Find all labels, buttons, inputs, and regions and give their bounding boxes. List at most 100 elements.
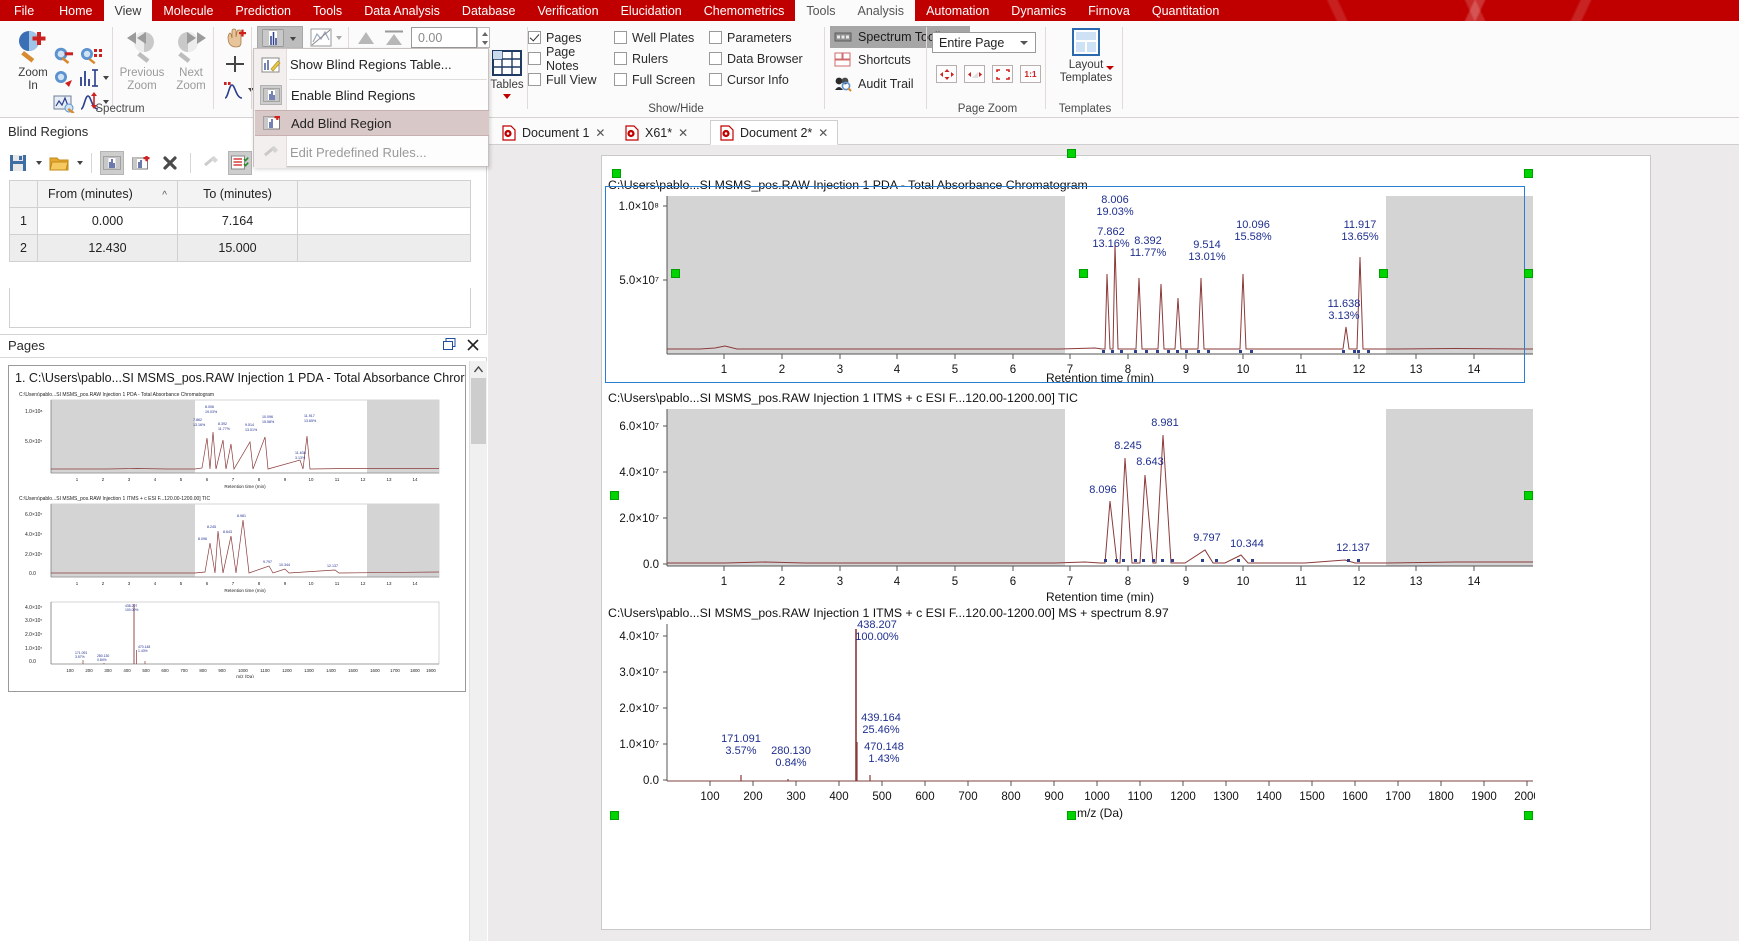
chevron-down-icon[interactable] xyxy=(1020,41,1028,45)
row-from-value[interactable]: 0.000 xyxy=(37,207,178,235)
zoom-out-button[interactable] xyxy=(52,47,78,65)
parameters-checkbox-box[interactable] xyxy=(709,31,722,44)
peak-picking-button[interactable] xyxy=(78,67,109,89)
scroll-up-button[interactable] xyxy=(470,361,487,378)
table-row[interactable]: 1 0.000 7.164 xyxy=(9,207,471,235)
header-to-minutes[interactable]: To (minutes) xyxy=(177,180,298,208)
tab-file[interactable]: File xyxy=(0,0,48,21)
tab-database[interactable]: Database xyxy=(451,0,527,21)
tab-molecule[interactable]: Molecule xyxy=(152,0,224,21)
smoothing-button[interactable] xyxy=(309,26,342,50)
doctab-close-icon[interactable]: ✕ xyxy=(595,126,605,140)
add-blind-region-button[interactable] xyxy=(129,151,153,175)
scrollbar-track[interactable] xyxy=(470,378,487,941)
checkbox-rulers[interactable]: Rulers xyxy=(614,48,706,69)
selection-handle-top-right[interactable] xyxy=(1524,169,1533,178)
page-thumbnail-card[interactable]: 1. C:\Users\pablo...SI MSMS_pos.RAW Inje… xyxy=(8,365,466,692)
tab-prediction[interactable]: Prediction xyxy=(224,0,302,21)
page-notes-checkbox-box[interactable] xyxy=(528,52,541,65)
tab-dynamics[interactable]: Dynamics xyxy=(1000,0,1077,21)
header-from-minutes[interactable]: From (minutes) ^ xyxy=(37,180,178,208)
layout-templates-button[interactable]: Layout Templates xyxy=(1055,27,1117,85)
tab-tools[interactable]: Tools xyxy=(302,0,353,21)
doctab-document-1[interactable]: Document 1 ✕ xyxy=(493,120,614,145)
threshold-input[interactable]: 0.00 xyxy=(411,27,477,48)
checkbox-cursor-info[interactable]: Cursor Info xyxy=(709,69,819,90)
full-screen-checkbox-box[interactable] xyxy=(614,73,627,86)
tab-chemometrics[interactable]: Chemometrics xyxy=(693,0,796,21)
selection-handle-bottom-left[interactable] xyxy=(610,811,619,820)
selection-handle-right-plot2[interactable] xyxy=(1524,491,1533,500)
integration-tool-button[interactable] xyxy=(221,79,254,101)
doctab-close-icon[interactable]: ✕ xyxy=(818,126,828,140)
selection-handle-top-left[interactable] xyxy=(612,169,621,178)
plot-ms-spectrum[interactable]: C:\Users\pablo...SI MSMS_pos.RAW Injecti… xyxy=(605,606,1535,826)
checkbox-parameters[interactable]: Parameters xyxy=(709,27,819,48)
pages-scrollbar[interactable] xyxy=(469,361,487,941)
menu-item-edit-predefined-rules[interactable]: Edit Predefined Rules... xyxy=(255,138,489,167)
tab-elucidation[interactable]: Elucidation xyxy=(610,0,693,21)
row-to-value[interactable]: 7.164 xyxy=(177,207,298,235)
checkbox-well-plates[interactable]: Well Plates xyxy=(614,27,706,48)
blind-regions-dropdown-arrow[interactable] xyxy=(290,36,296,41)
tab-view[interactable]: View xyxy=(103,0,153,21)
selection-handle-mid-center-inner[interactable] xyxy=(1079,269,1088,278)
close-icon[interactable] xyxy=(467,338,479,351)
rulers-checkbox-box[interactable] xyxy=(614,52,627,65)
selection-handle-mid-right[interactable] xyxy=(1524,269,1533,278)
tab-data-analysis[interactable]: Data Analysis xyxy=(353,0,451,21)
zoom-region-button[interactable] xyxy=(80,47,106,65)
open-dropdown-arrow[interactable] xyxy=(77,161,83,165)
pages-thumbnail-list[interactable]: 1. C:\Users\pablo...SI MSMS_pos.RAW Inje… xyxy=(0,361,487,941)
zoom-fit-page-button[interactable] xyxy=(936,65,957,83)
doctab-close-icon[interactable]: ✕ xyxy=(678,126,688,140)
zoom-select-button[interactable] xyxy=(52,71,78,89)
selection-handle-top-center[interactable] xyxy=(1067,149,1076,158)
pan-tool-button[interactable] xyxy=(223,27,247,49)
cursor-info-checkbox-box[interactable] xyxy=(709,73,722,86)
pages-checkbox-box[interactable] xyxy=(528,31,541,44)
save-dropdown-arrow[interactable] xyxy=(36,161,42,165)
crosshair-tool-button[interactable] xyxy=(223,53,247,75)
row-to-value[interactable]: 15.000 xyxy=(177,234,298,262)
tab-home[interactable]: Home xyxy=(48,0,103,21)
well-plates-checkbox-box[interactable] xyxy=(614,31,627,44)
doctab-document-2[interactable]: Document 2* ✕ xyxy=(710,120,839,145)
row-from-value[interactable]: 12.430 xyxy=(37,234,178,262)
selection-handle-bottom-center[interactable] xyxy=(1067,811,1076,820)
menu-item-show-blind-regions-table[interactable]: Show Blind Regions Table... xyxy=(255,50,489,79)
save-button[interactable] xyxy=(6,151,30,175)
smoothing-dropdown-arrow[interactable] xyxy=(336,36,342,40)
threshold-up-button[interactable] xyxy=(355,29,377,47)
apply-rules-button[interactable] xyxy=(228,151,252,175)
open-button[interactable] xyxy=(47,151,71,175)
checkbox-full-screen[interactable]: Full Screen xyxy=(614,69,706,90)
checkbox-data-browser[interactable]: Data Browser xyxy=(709,48,819,69)
document-page[interactable]: C:\Users\pablo...SI MSMS_pos.RAW Injecti… xyxy=(601,155,1651,930)
plot-pda-total-absorbance[interactable]: C:\Users\pablo...SI MSMS_pos.RAW Injecti… xyxy=(605,178,1535,383)
menu-item-add-blind-region[interactable]: Add Blind Region xyxy=(255,110,489,136)
document-canvas[interactable]: C:\Users\pablo...SI MSMS_pos.RAW Injecti… xyxy=(488,145,1739,941)
threshold-down-button[interactable] xyxy=(383,29,405,47)
tab-automation[interactable]: Automation xyxy=(915,0,1000,21)
edit-rules-button[interactable] xyxy=(199,151,223,175)
checkbox-page-notes[interactable]: Page Notes xyxy=(528,45,610,73)
restore-icon[interactable] xyxy=(443,338,456,351)
tab-firnova[interactable]: Firnova xyxy=(1077,0,1141,21)
doctab-x61[interactable]: X61* ✕ xyxy=(616,120,697,145)
selection-handle-mid-right-inner[interactable] xyxy=(1379,269,1388,278)
tab-tools-2[interactable]: Tools xyxy=(795,0,847,21)
selection-handle-left-plot2[interactable] xyxy=(610,491,619,500)
next-zoom-button[interactable]: Next Zoom xyxy=(162,27,220,93)
plot-tic[interactable]: C:\Users\pablo...SI MSMS_pos.RAW Injecti… xyxy=(605,391,1535,606)
menu-item-enable-blind-regions[interactable]: Enable Blind Regions xyxy=(255,80,489,110)
data-browser-checkbox-box[interactable] xyxy=(709,52,722,65)
zoom-actual-size-button[interactable]: 1:1 xyxy=(1020,65,1041,83)
scrollbar-thumb[interactable] xyxy=(471,378,486,444)
full-view-checkbox-box[interactable] xyxy=(528,73,541,86)
page-zoom-select[interactable]: Entire Page xyxy=(932,32,1036,53)
tab-verification[interactable]: Verification xyxy=(526,0,609,21)
selection-handle-bottom-right[interactable] xyxy=(1524,811,1533,820)
tab-analysis[interactable]: Analysis xyxy=(846,0,916,21)
peak-tool-dropdown-arrow[interactable] xyxy=(103,76,109,80)
